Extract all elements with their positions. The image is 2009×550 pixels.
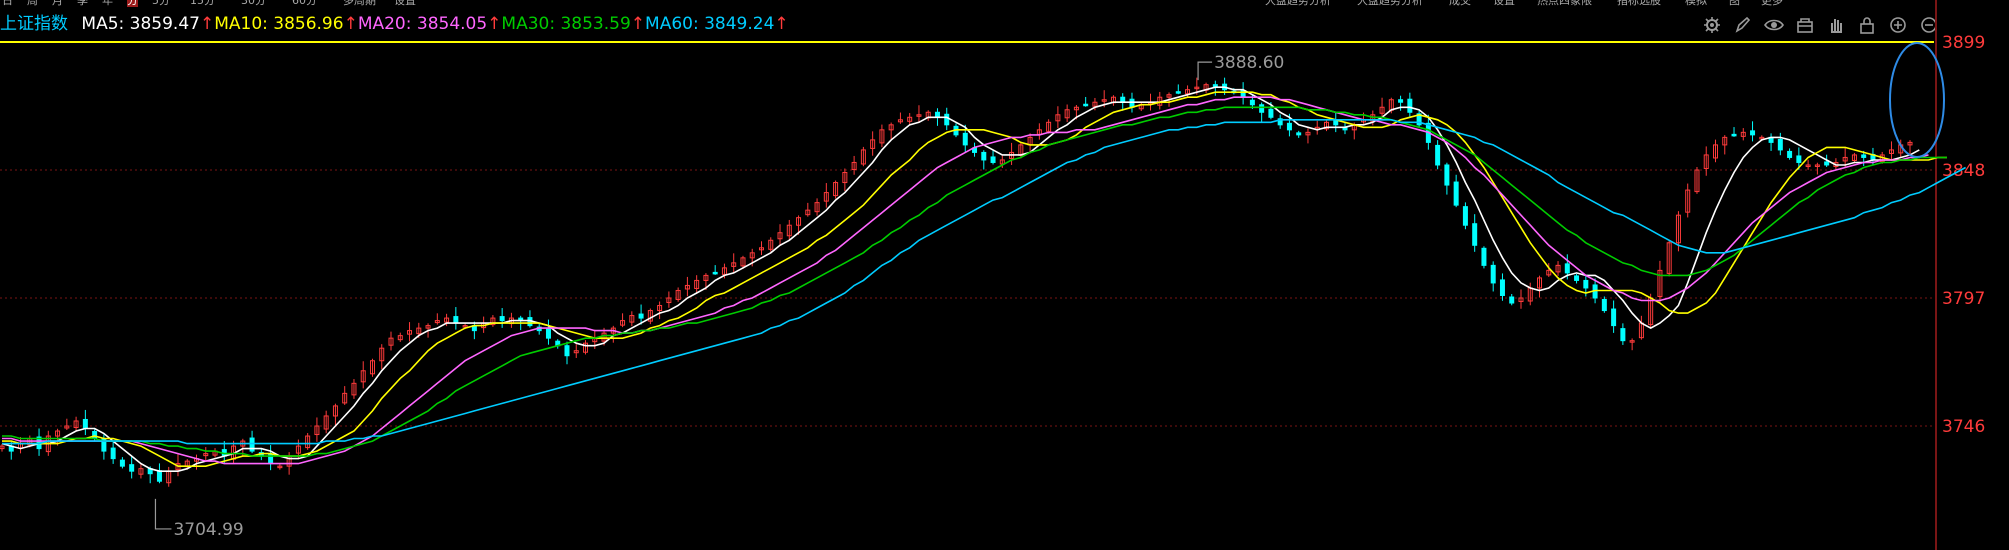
price-tick-label: 3899 — [1942, 33, 1985, 53]
low-marker-label: 3704.99 — [173, 520, 243, 540]
candle-body — [110, 447, 116, 460]
candle-body — [981, 151, 987, 161]
candle-body — [1268, 108, 1274, 118]
candle-body — [1435, 144, 1441, 166]
ma-line-ma5 — [1, 86, 1920, 473]
candle-body — [712, 271, 718, 275]
candle-body — [129, 464, 135, 472]
candle-body — [1574, 275, 1580, 281]
candle-body — [1444, 164, 1450, 186]
candle-body — [1583, 279, 1589, 289]
candle-body — [1564, 263, 1570, 274]
candle-body — [1453, 181, 1459, 206]
candle-body — [1490, 264, 1496, 284]
candle-body — [1481, 247, 1487, 266]
candle-body — [1509, 296, 1515, 304]
candle-body — [1787, 150, 1793, 158]
candle-body — [453, 316, 459, 324]
candle-body — [82, 418, 88, 430]
candle-body — [1342, 127, 1348, 131]
candle-body — [1861, 154, 1867, 158]
kline-chart[interactable]: 3899 3848 3797 3746 3888.60 3704.99 — [0, 0, 2009, 550]
ma-line-ma20 — [2, 96, 1929, 465]
candle-body — [962, 132, 968, 146]
candle-body — [1620, 328, 1626, 342]
candle-body — [1824, 161, 1830, 166]
candle-body — [638, 313, 644, 319]
candle-body — [1601, 299, 1607, 312]
candle-body — [1249, 99, 1255, 106]
candle-body — [499, 316, 505, 322]
candle-body — [1462, 206, 1468, 226]
candle-body — [156, 470, 162, 482]
candle-body — [119, 459, 125, 467]
candle-body — [1259, 104, 1265, 113]
candle-body — [1296, 132, 1302, 136]
candle-body — [990, 156, 996, 163]
candle-body — [545, 328, 551, 339]
candle-body — [1472, 223, 1478, 246]
candle-body — [944, 113, 950, 126]
candle-body — [92, 431, 98, 440]
price-tick-label: 3848 — [1942, 161, 1985, 181]
candle-body — [1083, 103, 1089, 107]
high-marker-line — [1197, 61, 1213, 81]
high-marker-label: 3888.60 — [1214, 53, 1284, 73]
candle-body — [1499, 279, 1505, 296]
candle-body — [1398, 99, 1404, 103]
price-tick-label: 3797 — [1942, 289, 1985, 309]
price-tick-label: 3746 — [1942, 417, 1985, 437]
candle-body — [1796, 155, 1802, 163]
candle-body — [1731, 133, 1737, 137]
candle-body — [1777, 138, 1783, 151]
candle-body — [1407, 98, 1413, 113]
candle-body — [1750, 130, 1756, 136]
ma-line-ma30 — [2, 106, 1947, 457]
candle-body — [1611, 308, 1617, 327]
candle-body — [1129, 98, 1135, 108]
candle-body — [1333, 120, 1339, 126]
candle-body — [1175, 91, 1181, 94]
candle-body — [1286, 122, 1292, 131]
low-marker-line — [154, 498, 172, 530]
candle-body — [564, 345, 570, 357]
